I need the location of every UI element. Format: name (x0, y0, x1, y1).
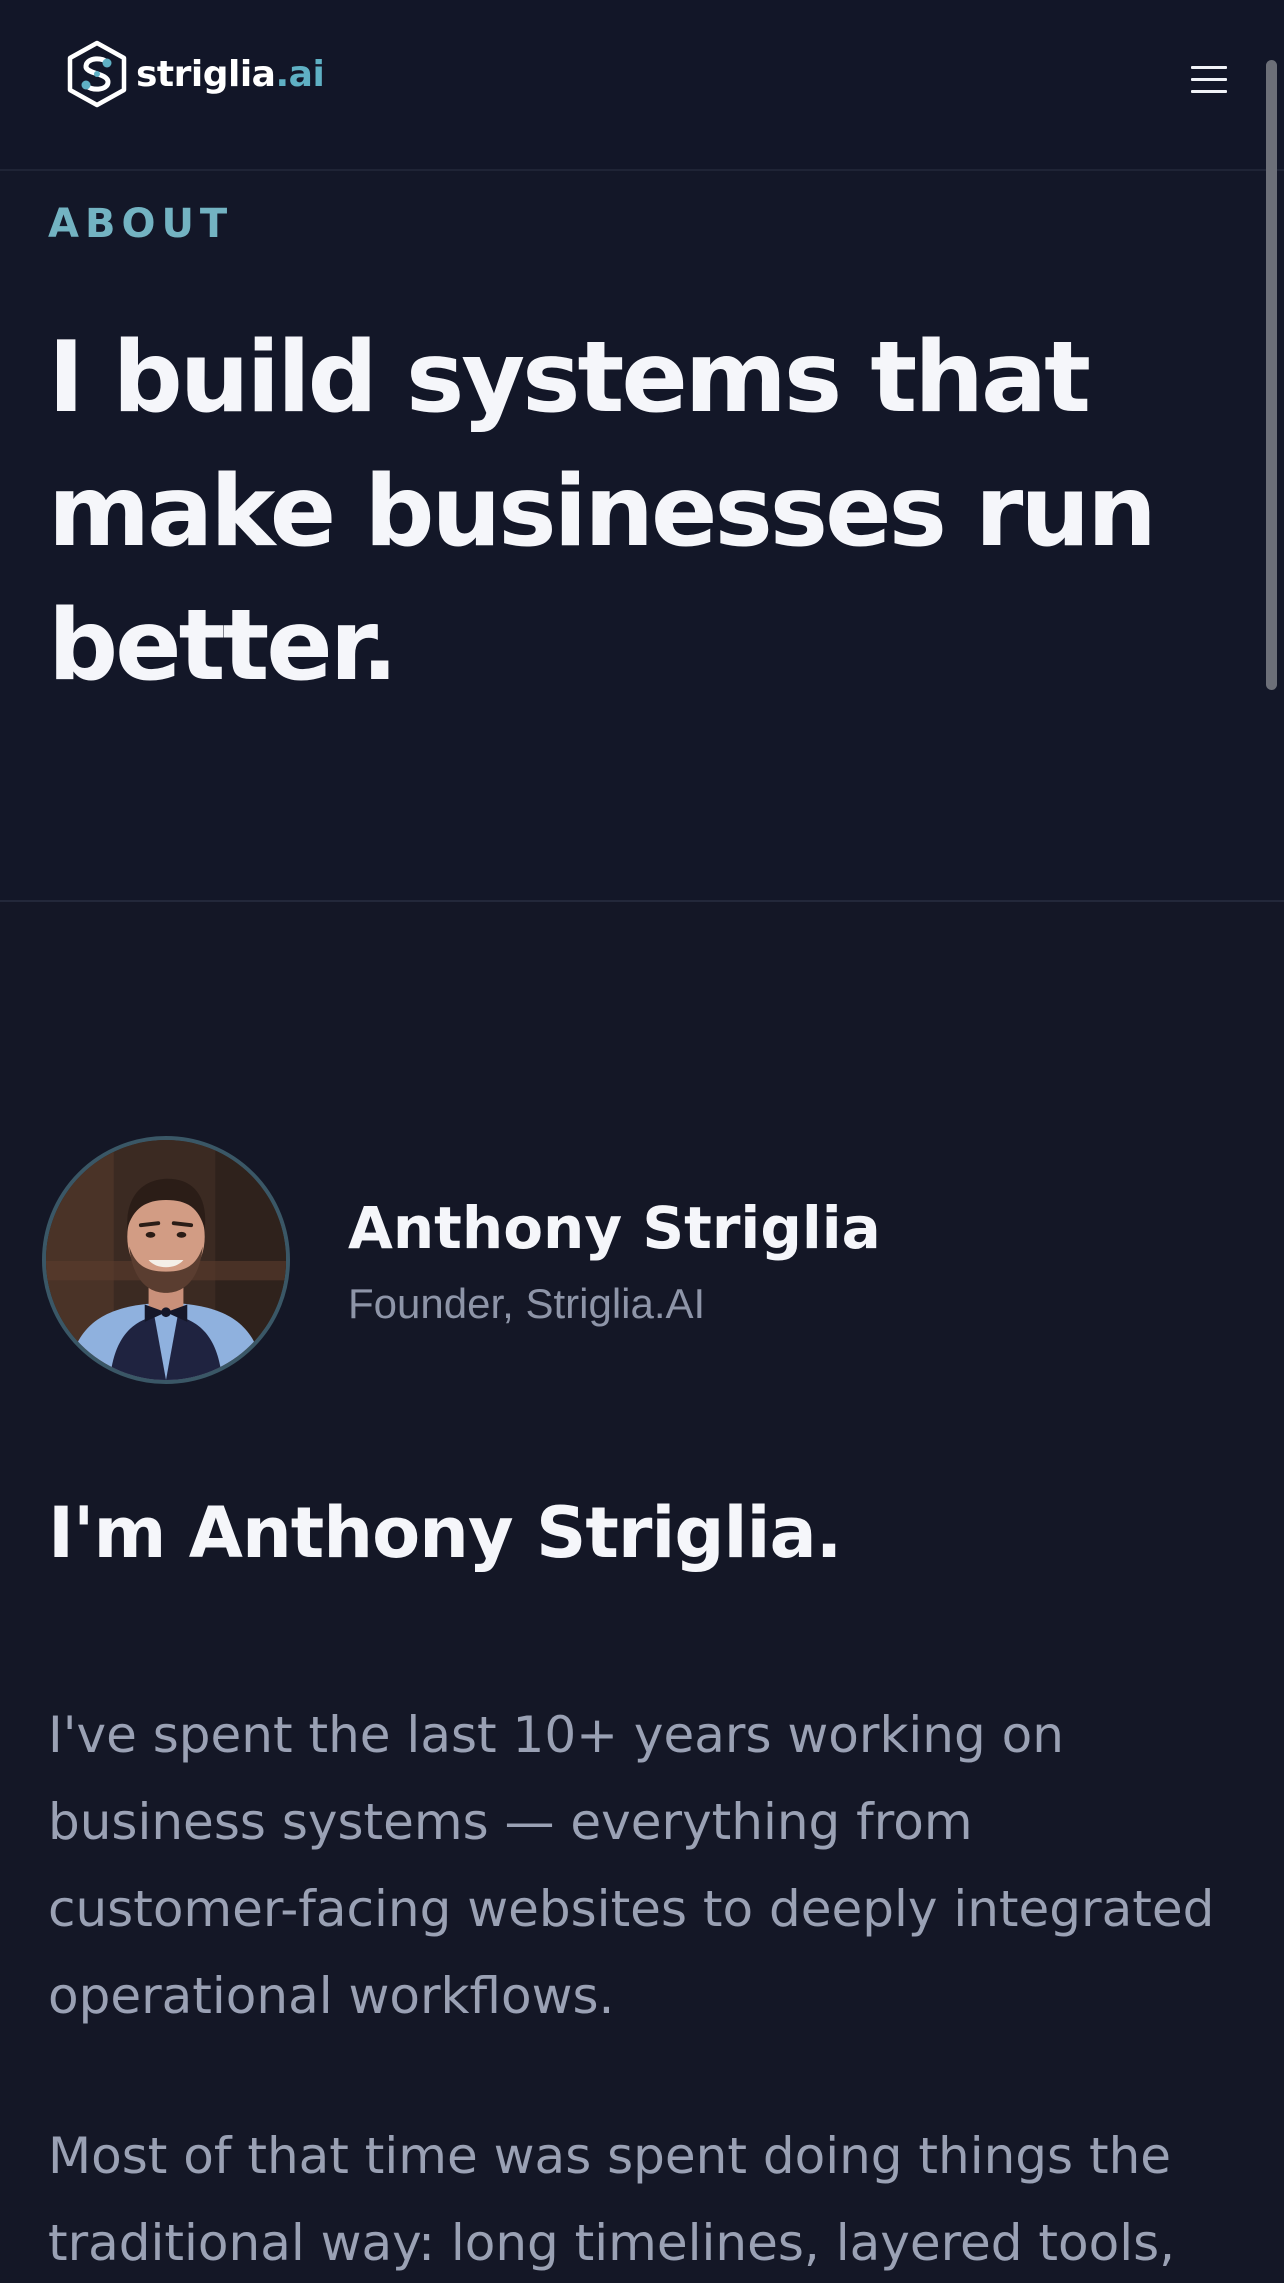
hero-title: I build systems that make businesses run… (48, 321, 1157, 703)
bio-paragraph: I've spent the last 10+ years working on… (48, 1706, 1215, 2025)
site-logo[interactable]: striglia.ai (62, 38, 325, 110)
avatar (42, 1136, 290, 1384)
logo-tld: .ai (275, 53, 325, 95)
profile-card: Anthony Striglia Founder, Striglia.AI (42, 1136, 1142, 1388)
profile-name: Anthony Striglia (348, 1194, 881, 1262)
hamburger-menu-icon[interactable] (1178, 54, 1240, 104)
profile-role: Founder, Striglia.AI (348, 1280, 706, 1327)
menu-bar (1191, 77, 1227, 81)
logo-wordmark: striglia.ai (136, 53, 325, 95)
bio-paragraph: Most of that time was spent doing things… (48, 2127, 1176, 2272)
section-eyebrow: ABOUT (48, 201, 234, 247)
hero-section: ABOUT I build systems that make business… (0, 171, 1284, 902)
menu-bar (1191, 65, 1227, 69)
site-header: striglia.ai (0, 0, 1284, 171)
about-heading: I'm Anthony Striglia. (48, 1492, 842, 1574)
menu-bar (1191, 89, 1227, 93)
scrollbar-thumb[interactable] (1266, 60, 1277, 690)
logo-name: striglia (136, 53, 276, 95)
striglia-logo-icon (67, 40, 127, 108)
avatar-photo (46, 1140, 286, 1380)
